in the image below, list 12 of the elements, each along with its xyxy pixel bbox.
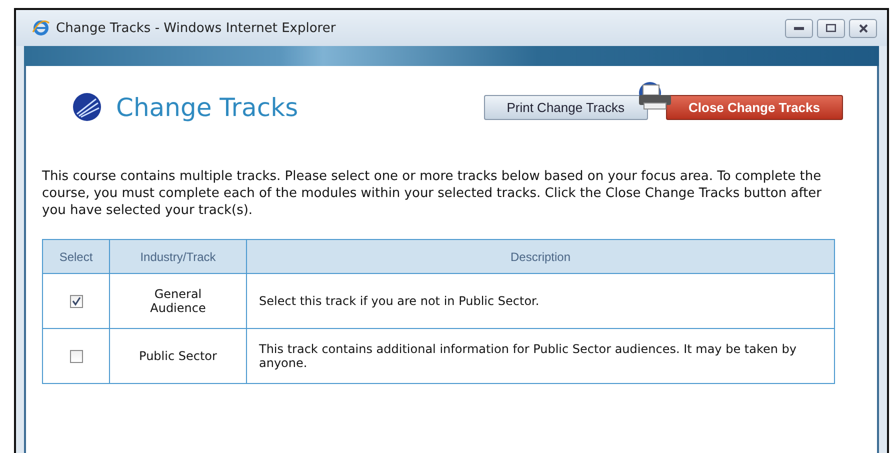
track-cell: Public Sector xyxy=(110,328,246,384)
window-title: Change Tracks - Windows Internet Explorer xyxy=(56,20,337,36)
description-cell: Select this track if you are not in Public Sector. xyxy=(246,274,834,328)
page-heading: Change Tracks xyxy=(116,92,300,122)
description-cell: This track contains additional information for Public Sector audiences. It may be taken by anyone. xyxy=(246,328,834,384)
track-cell: General Audience xyxy=(110,274,246,328)
column-header: Description xyxy=(246,240,834,274)
print-button[interactable]: Print Change Tracks xyxy=(484,94,648,120)
intro-text: This course contains multiple tracks. Please select one or more tracks below based on your focus area. To complete the course, you must complete each of the modules within your selected tracks. Click the Close Change Tracks button after you have selected your track(s). xyxy=(42,168,823,219)
close-button[interactable]: Close Change Tracks xyxy=(666,94,843,120)
column-header: Industry/Track xyxy=(110,240,246,274)
column-header: Select xyxy=(42,240,110,274)
